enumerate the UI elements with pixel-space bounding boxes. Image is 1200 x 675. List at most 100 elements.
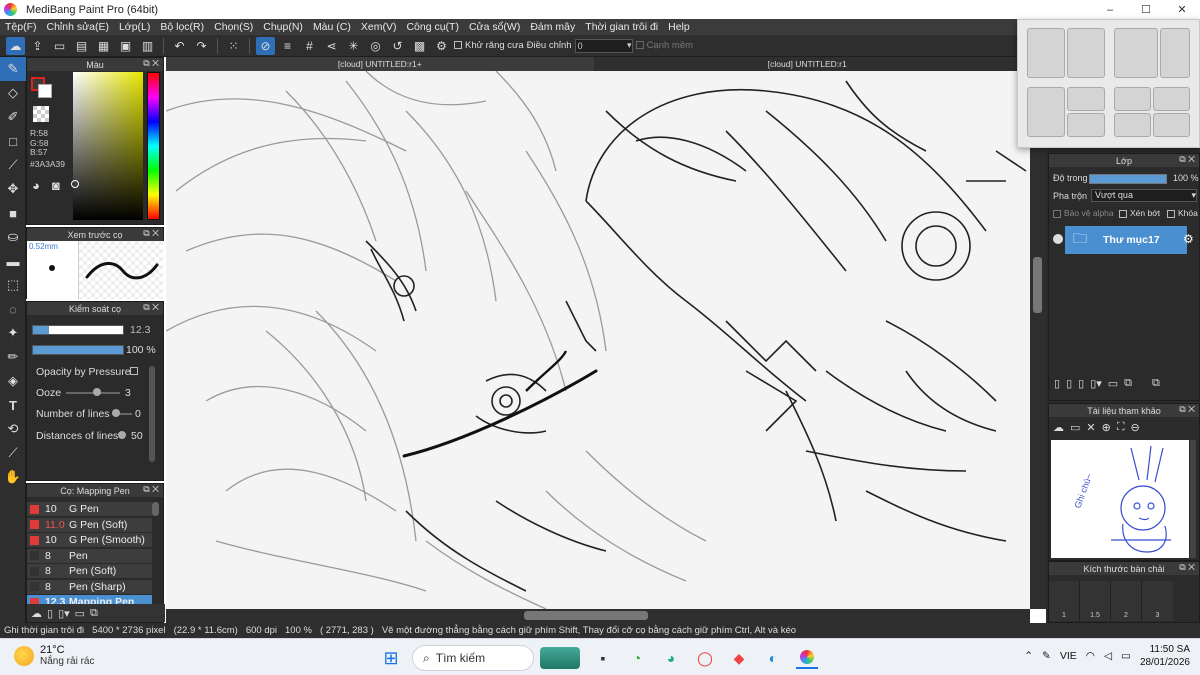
selection-icon[interactable]: ⁙ [224,37,243,55]
opera-icon[interactable]: ◯ [694,647,716,669]
correction-select[interactable]: 0 ▾ [574,38,633,53]
edge-toggle[interactable]: Cạnh mềm [635,40,693,51]
new-8bit-layer-icon[interactable]: ▯ [1078,377,1084,390]
snap-layout-quad-1[interactable] [1114,87,1151,111]
medibang-taskbar-icon[interactable] [796,647,818,669]
grid-doc-icon[interactable]: ▣ [116,37,135,55]
canvas-vertical-scrollbar[interactable] [1030,71,1046,609]
snap-layout-three-top-right[interactable] [1067,87,1105,111]
open-folder-icon[interactable]: ▭ [1070,421,1080,434]
comment-icon[interactable]: ▭ [50,37,69,55]
horizontal-scroll-thumb[interactable] [524,611,648,620]
snap-off-icon[interactable]: ⊘ [256,36,275,55]
snap-layout-quad-2[interactable] [1153,87,1190,111]
brush-size-slider[interactable] [32,325,124,335]
clipping-checkbox[interactable] [1119,209,1127,218]
antialias-checkbox[interactable] [454,41,462,50]
circle-snap-icon[interactable]: ◎ [366,37,385,55]
clipping-toggle[interactable]: Xén bớt [1119,208,1160,218]
minimize-button[interactable]: – [1092,0,1128,19]
text-tool-icon[interactable]: T [0,393,26,417]
close-icon[interactable]: ✕ [1086,421,1095,434]
wifi-icon[interactable]: ◠ [1086,650,1095,662]
drawing-canvas[interactable] [166,71,1030,609]
merge-down-icon[interactable]: ⧉ [1152,377,1160,390]
curve-snap-icon[interactable]: ↺ [388,37,407,55]
panel-float-icon[interactable]: ⧉ ✕ [143,58,159,69]
brush-opacity-slider[interactable] [32,345,124,355]
brush-size-2[interactable]: 2 [1111,581,1142,621]
distance-slider[interactable] [118,431,126,439]
menu-file[interactable]: Tệp(F) [0,21,42,33]
vertical-scroll-thumb[interactable] [1033,257,1042,313]
app-icon-2[interactable]: ◕ [660,647,682,669]
menu-snap[interactable]: Chụp(N) [258,21,308,33]
menu-select[interactable]: Chọn(S) [209,21,258,33]
gear-icon[interactable]: ⚙ [1183,232,1194,246]
brush-list-item[interactable]: 8 Pen (Sharp) [27,579,152,595]
menu-help[interactable]: Help [663,21,695,33]
bucket-tool-icon[interactable]: ⛀ [0,225,26,249]
reference-scrollbar[interactable] [1190,440,1196,558]
brush-size-3[interactable]: 3 [1142,581,1173,621]
taskbar-search[interactable]: ⌕ Tìm kiếm [412,645,534,671]
antialias-toggle[interactable]: Khử răng cưa [454,40,524,51]
opacity-pressure-checkbox[interactable] [130,367,138,375]
eraser-tool-icon[interactable]: ◇ [0,81,26,105]
parallel-snap-icon[interactable]: ≡ [278,37,297,55]
brush-control-scrollbar[interactable] [149,366,155,462]
edge-icon[interactable]: ◐ [762,647,784,669]
panel-float-icon[interactable]: ⧉ ✕ [1179,562,1195,573]
gear-icon[interactable]: ⚙ [432,37,451,55]
lock-checkbox[interactable] [1167,209,1175,218]
folder-icon[interactable]: ▭ [1108,377,1118,390]
redo-icon[interactable]: ↷ [192,37,211,55]
panel-float-icon[interactable]: ⧉ ✕ [143,228,159,239]
brush-list-item[interactable]: 10 G Pen [27,502,152,517]
protect-alpha-toggle[interactable]: Bảo vệ alpha [1053,208,1114,218]
transparent-color-swatch[interactable] [33,106,49,122]
app-icon-1[interactable]: ◔ [626,647,648,669]
lines-slider[interactable] [112,409,120,417]
cloud-brush-icon[interactable]: ☁ [31,607,42,620]
close-button[interactable]: ✕ [1164,0,1200,19]
menu-view[interactable]: Xem(V) [356,21,402,33]
edge-checkbox[interactable] [635,41,644,50]
brush-size-1[interactable]: 1 [1049,581,1080,621]
brush-list-item[interactable]: 11.0 G Pen (Soft) [27,517,152,533]
lock-toggle[interactable]: Khóa [1167,208,1198,218]
snap-settings-icon[interactable]: ▩ [410,37,429,55]
palette-settings-icon[interactable]: ◙ [52,178,60,193]
shape-tool-icon[interactable]: □ [0,129,26,153]
zoom-out-icon[interactable]: ⊖ [1131,421,1140,434]
tab-document-1[interactable]: [cloud] UNTITLED:r1+ [166,57,594,71]
snap-layout-narrow-right[interactable] [1160,28,1190,78]
layer-opacity-slider[interactable] [1089,174,1167,184]
menu-color[interactable]: Màu (C) [308,21,356,33]
fill-rect-tool-icon[interactable]: ■ [0,201,26,225]
tab-document-2[interactable]: [cloud] UNTITLED:r1 [594,57,1022,71]
windows-start-icon[interactable]: ⊞ [380,647,402,669]
move-tool-icon[interactable]: ✥ [0,177,26,201]
task-view-icon[interactable]: ▪ [592,647,614,669]
maximize-button[interactable]: ☐ [1128,0,1164,19]
hue-slider[interactable] [147,72,160,220]
brush-tool-icon[interactable]: ✎ [0,57,26,81]
cloud-icon[interactable]: ☁ [1053,421,1064,434]
palette-icon[interactable]: ◕ [32,178,40,193]
undo-icon[interactable]: ↶ [170,37,189,55]
chat-icon[interactable]: ▤ [72,37,91,55]
saturation-value-picker[interactable] [73,72,143,220]
search-highlight-icon[interactable] [540,647,580,669]
panel-float-icon[interactable]: ⧉ ✕ [143,484,159,495]
eyedropper-tool-icon[interactable]: ⟋ [0,441,26,465]
panel-float-icon[interactable]: ⧉ ✕ [1179,404,1195,415]
new-layer-icon[interactable]: ▯ [1054,377,1060,390]
grid-snap-icon[interactable]: # [300,37,319,55]
select-tool-icon[interactable]: ⬚ [0,273,26,297]
hand-tool-icon[interactable]: ✋ [0,465,26,489]
dot-tool-icon[interactable]: ✐ [0,105,26,129]
snap-layout-half-right[interactable] [1067,28,1105,78]
snap-layout-quad-4[interactable] [1153,113,1190,137]
menu-layer[interactable]: Lớp(L) [114,21,155,33]
